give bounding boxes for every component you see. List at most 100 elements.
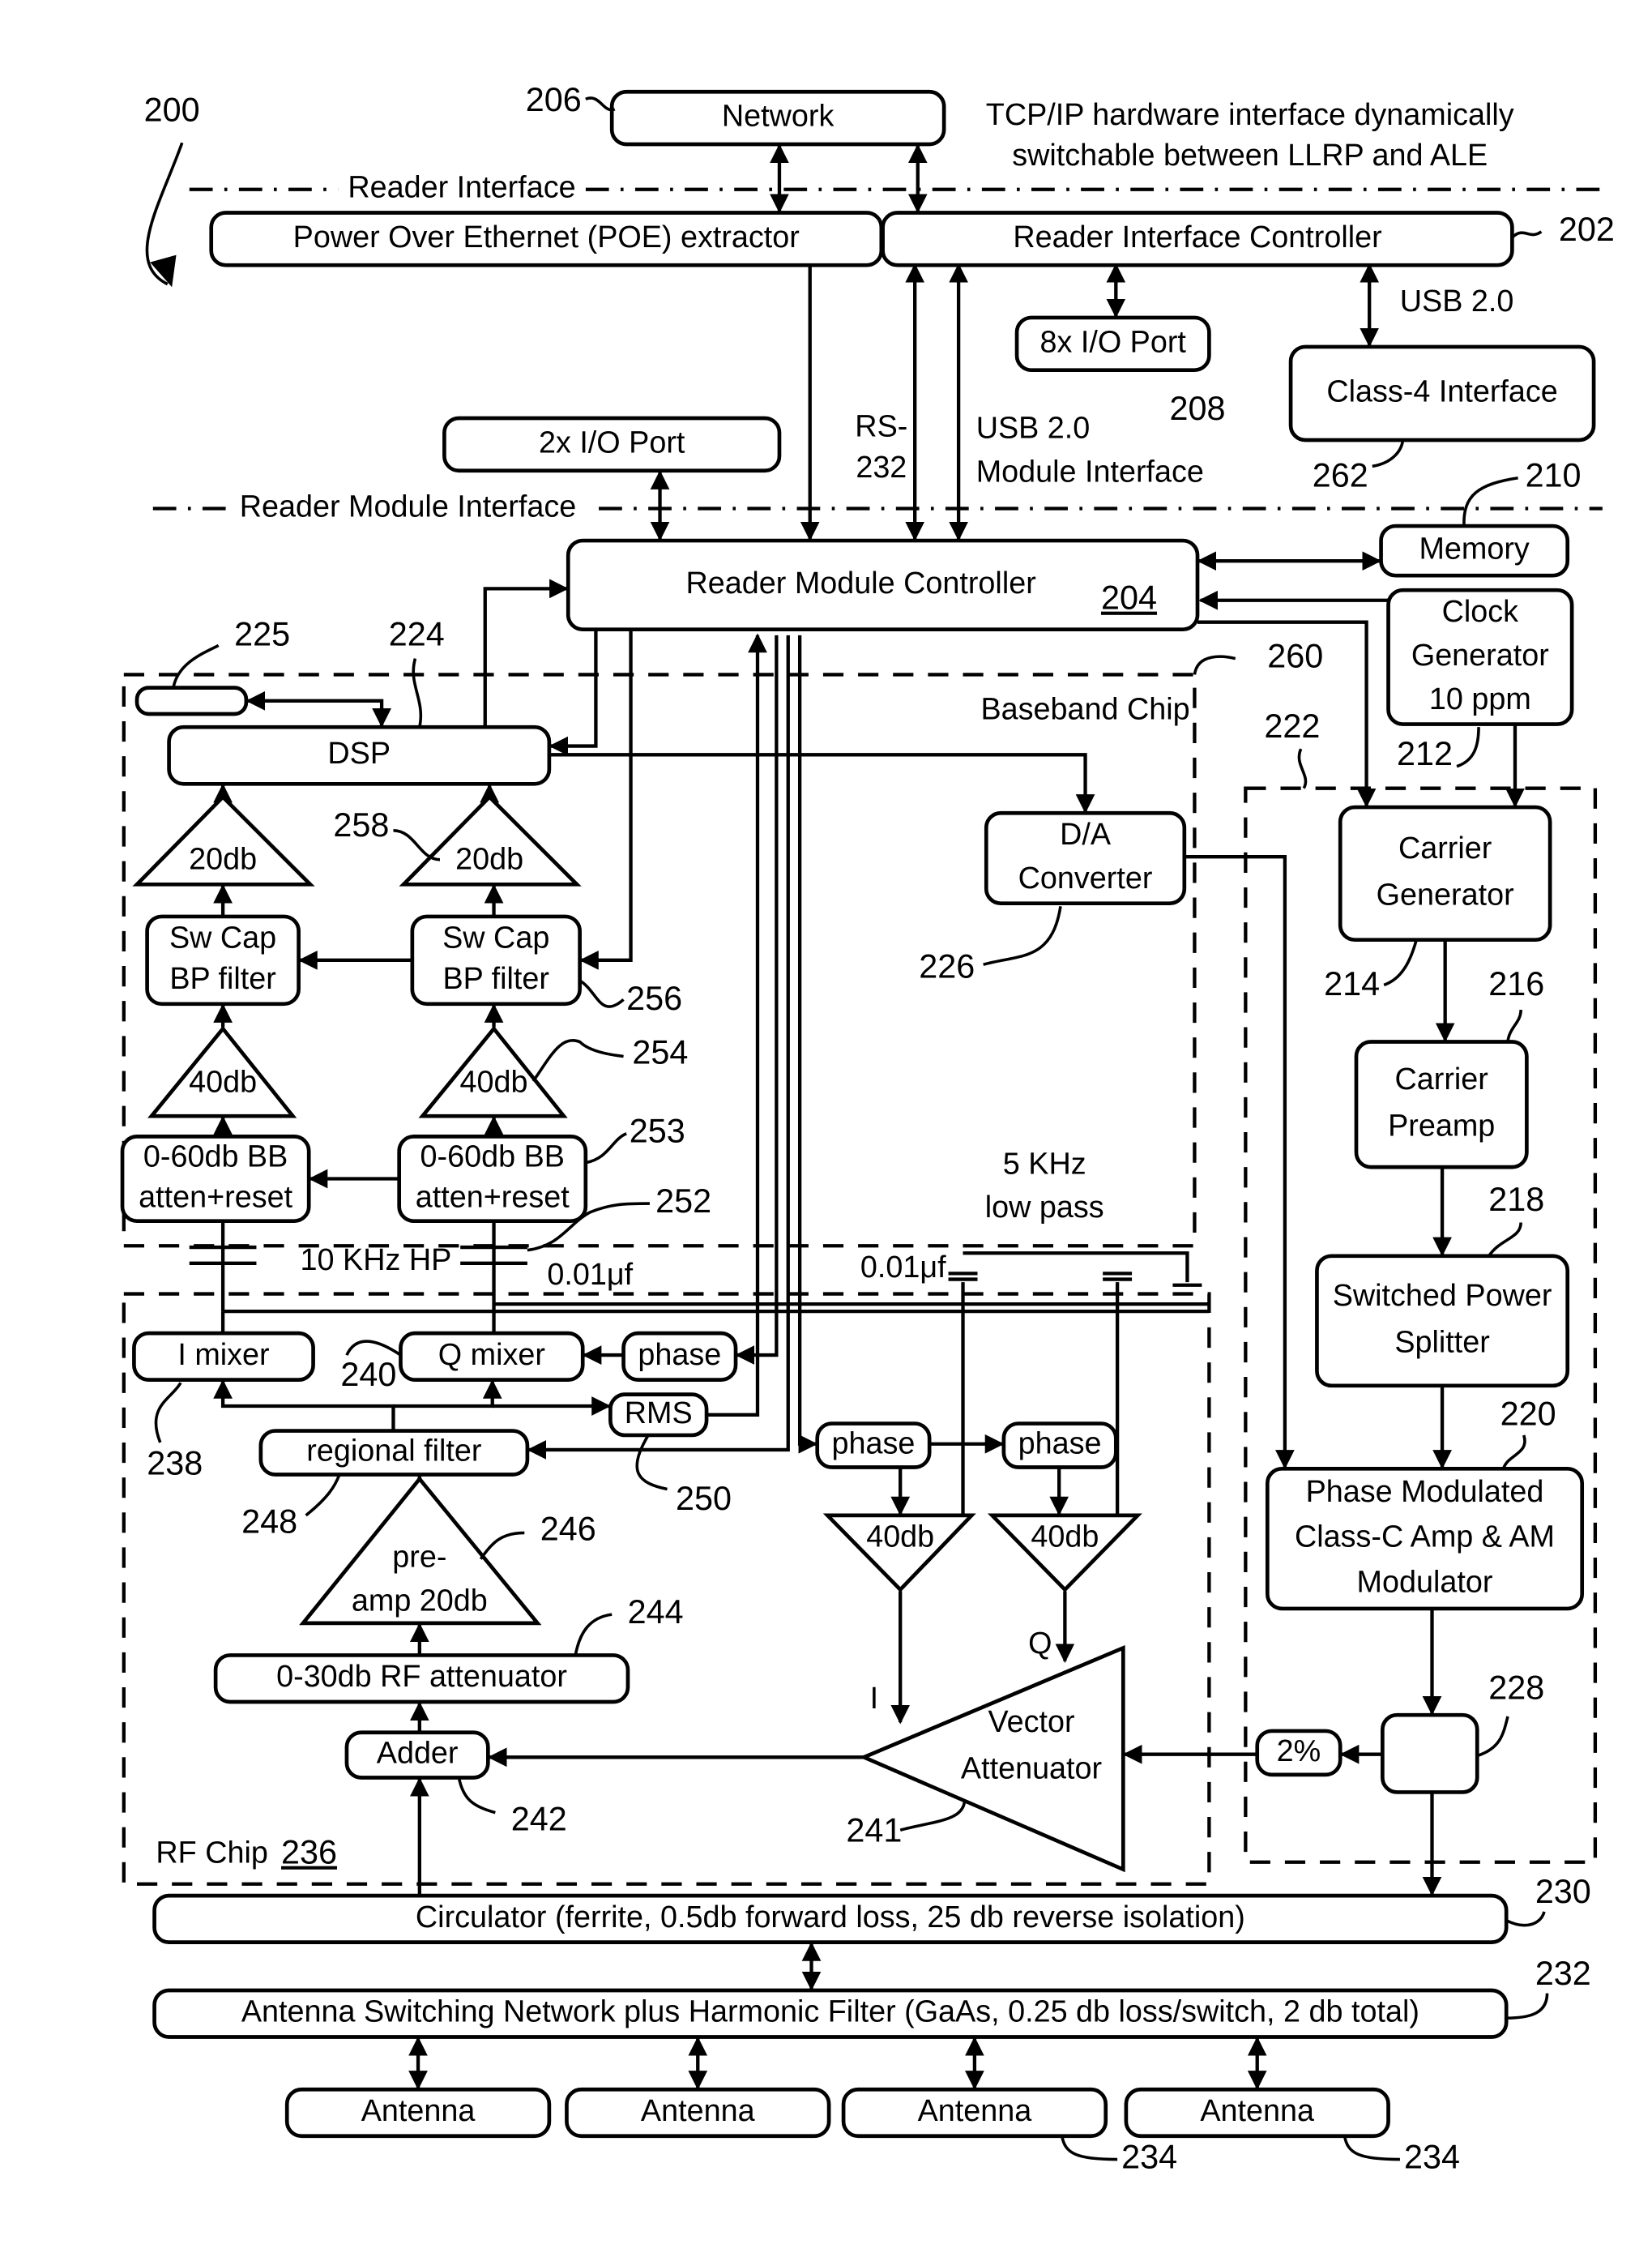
da-to-class-c [1184,855,1295,1469]
rs232-label: RS- [855,409,907,443]
lead-248 [305,1473,341,1517]
bpf-q-box-label: Sw Cap [442,921,549,955]
vector-input-q-label: Q [1028,1626,1052,1660]
lead-214 [1383,940,1418,987]
rmc-to-dsp [549,631,598,756]
hp-note: 10 KHz HP [301,1242,452,1276]
lead-202 [1511,230,1543,239]
lowpass-note: low pass [985,1190,1104,1224]
usb-class4-label: USB 2.0 [1400,284,1514,318]
tcpip-note: switchable between LLRP and ALE [1012,138,1488,172]
ref-214: 214 [1324,965,1380,1002]
lead-222 [1297,748,1308,789]
ref-242: 242 [511,1800,567,1837]
rmc-to-bpf [579,631,633,970]
lead-225 [172,643,220,689]
ref-222: 222 [1264,707,1320,745]
carrier-preamp-box[interactable] [1354,1040,1529,1169]
lead-262 [1372,439,1405,468]
poe-box-label: Power Over Ethernet (POE) extractor [293,220,800,254]
ref-204: 204 [1101,579,1157,617]
rmc-to-phase-1 [797,635,818,1454]
reader-module-interface-label: Reader Module Interface [240,489,577,523]
filter-to-q-mixer [393,1379,502,1408]
ref-258: 258 [333,806,389,844]
ref-228: 228 [1488,1669,1544,1707]
amp40-tx-q-label: 40db [1031,1520,1099,1554]
network-box-label: Network [722,99,835,133]
carrier-generator-box[interactable] [1338,805,1552,943]
ref-230: 230 [1535,1873,1591,1910]
lead-250 [635,1434,668,1491]
ref-252: 252 [655,1182,711,1220]
ref-232: 232 [1535,1955,1591,1992]
lead-218 [1488,1222,1522,1257]
vector-attenuator-label: Attenuator [961,1750,1102,1785]
circulator-box-label: Circulator (ferrite, 0.5db forward loss,… [416,1900,1245,1934]
ref-234: 234 [1121,2138,1177,2175]
class-c-amp-box-label: Phase Modulated [1306,1474,1544,1508]
clock-generator-box-label: Clock [1442,594,1519,628]
ref-224: 224 [389,616,445,653]
rf-chip-label: RF Chip [156,1836,267,1870]
lead-210 [1462,476,1518,527]
ref-206: 206 [526,81,582,118]
q-mixer-box-label: Q mixer [438,1337,545,1371]
switched-power-splitter-box-label: Splitter [1394,1325,1490,1359]
antenna-box-1-label: Antenna [361,2093,476,2127]
ref-244: 244 [628,1593,684,1631]
bpf-i-box-label: BP filter [169,961,275,995]
lead-230 [1505,1911,1546,1927]
lead-224 [412,658,422,728]
lead-254 [531,1039,624,1083]
class-c-amp-box-label: Class-C Amp & AM [1295,1520,1555,1554]
carrier-preamp-box-label: Preamp [1388,1109,1495,1143]
lead-234 [1061,2135,1118,2161]
preamp-label: amp 20db [352,1584,488,1618]
memory-box-label: Memory [1419,532,1529,566]
ref-240: 240 [340,1356,396,1393]
amp40-i-label: 40db [189,1065,257,1099]
reader-interface-label: Reader Interface [348,170,575,204]
ref-210: 210 [1526,457,1582,494]
switched-power-splitter-box[interactable] [1315,1254,1570,1388]
ref-220: 220 [1500,1396,1556,1433]
clock-generator-box-label: 10 ppm [1429,682,1531,716]
rf-attenuator-box-label: 0-30db RF attenuator [276,1659,567,1693]
lowpass-cap-value: 0.01μf [860,1250,946,1284]
clock-generator-box-label: Generator [1411,638,1549,672]
lead-256 [578,979,625,1008]
dsp-box-label: DSP [327,736,391,770]
rms-box-label: RMS [625,1396,693,1430]
lead-244 [574,1613,613,1656]
class4-box-label: Class-4 Interface [1326,374,1557,408]
baseband-chip-label: Baseband Chip [980,691,1189,725]
vector-attenuator-label: Vector [988,1704,1075,1738]
atten-q-box-label: atten+reset [416,1180,570,1214]
ref-234: 234 [1404,2138,1460,2175]
usb-module-label: Module Interface [976,454,1204,488]
ref-236: 236 [281,1834,337,1871]
class-c-amp-box-label: Modulator [1357,1564,1493,1598]
antenna-box-2-label: Antenna [641,2093,755,2127]
storage-225-box[interactable] [134,686,249,716]
coupler-228-box[interactable] [1381,1712,1479,1794]
lead-232 [1506,1993,1549,2020]
usb-module-label: USB 2.0 [976,410,1091,444]
dsp-to-rmc [483,579,569,728]
ref-253: 253 [630,1113,685,1150]
lead-220 [1501,1434,1526,1470]
two-percent-box-label: 2% [1277,1733,1321,1768]
ref-256: 256 [626,980,682,1017]
lead-212 [1456,727,1480,768]
ref-218: 218 [1488,1181,1544,1218]
reader-module-controller-box-label: Reader Module Controller [686,566,1036,600]
bpf-q-box-label: BP filter [442,961,549,995]
lead-242 [457,1777,496,1815]
lowpass-capacitors [948,1272,1133,1281]
ref-260: 260 [1267,638,1323,675]
adder-box-label: Adder [377,1736,459,1770]
amp40-tx-i-label: 40db [866,1520,934,1554]
reader-interface-controller-box-label: Reader Interface Controller [1013,220,1381,254]
lowpass-ground [963,1251,1202,1287]
